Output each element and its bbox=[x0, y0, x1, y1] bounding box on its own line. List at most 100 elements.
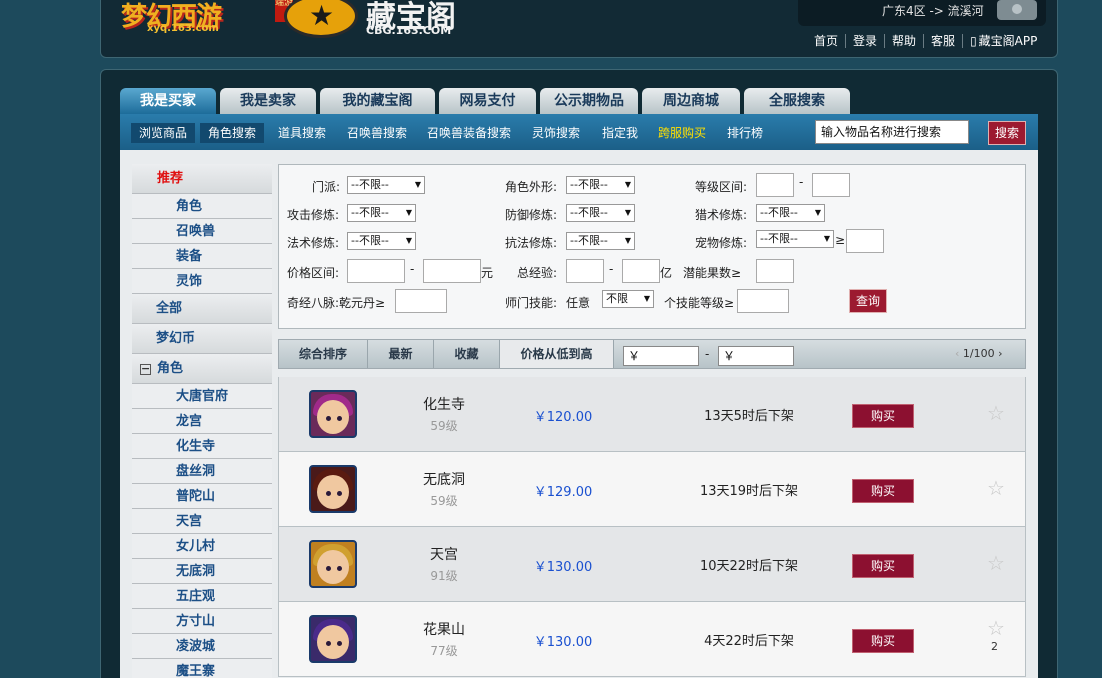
sidebar-school-tiangong[interactable]: 天宫 bbox=[132, 509, 272, 534]
sidebar-school-wuzhuang[interactable]: 五庄观 bbox=[132, 584, 272, 609]
resist-select[interactable]: --不限-- bbox=[566, 232, 635, 250]
subnav-browse[interactable]: 浏览商品 bbox=[131, 123, 196, 143]
star-icon[interactable]: ☆ bbox=[987, 476, 1005, 500]
exp-min-input[interactable] bbox=[566, 259, 604, 283]
collapse-icon[interactable]: − bbox=[140, 363, 151, 375]
sidebar-item-accessory[interactable]: 灵饰 bbox=[132, 269, 272, 294]
role-avatar[interactable] bbox=[309, 465, 357, 513]
listing-row[interactable]: 化生寺 59级 ￥120.00 13天5时后下架 购买 ☆ bbox=[278, 377, 1026, 452]
price-max-input[interactable] bbox=[423, 259, 481, 283]
meridian-input[interactable] bbox=[395, 289, 447, 313]
star-icon[interactable]: ☆ bbox=[987, 551, 1005, 575]
sidebar-item-pet[interactable]: 召唤兽 bbox=[132, 219, 272, 244]
listing-row[interactable]: 无底洞 59级 ￥129.00 13天19时后下架 购买 ☆ bbox=[278, 452, 1026, 527]
subnav-pet-search[interactable]: 召唤兽搜索 bbox=[339, 123, 415, 143]
sidebar-school-lingbo[interactable]: 凌波城 bbox=[132, 634, 272, 659]
listing-row[interactable]: 花果山 77级 ￥130.00 4天22时后下架 购买 ☆ 2 bbox=[278, 602, 1026, 677]
attack-select[interactable]: --不限-- bbox=[347, 204, 416, 222]
listing-row[interactable]: 天宫 91级 ￥130.00 10天22时后下架 购买 ☆ bbox=[278, 527, 1026, 602]
sidebar-school-pansi[interactable]: 盘丝洞 bbox=[132, 459, 272, 484]
tab-netease-pay[interactable]: 网易支付 bbox=[439, 88, 536, 114]
subnav-accessory-search[interactable]: 灵饰搜索 bbox=[524, 123, 588, 143]
tab-buyer[interactable]: 我是买家 bbox=[120, 88, 216, 114]
subnav-role-search[interactable]: 角色搜索 bbox=[200, 123, 265, 143]
link-app[interactable]: ▯ 藏宝阁APP bbox=[962, 34, 1044, 48]
listing-level: 77级 bbox=[430, 644, 458, 658]
sort-price-asc[interactable]: 价格从低到高 bbox=[500, 340, 614, 368]
link-help[interactable]: 帮助 bbox=[884, 34, 923, 48]
role-avatar[interactable] bbox=[309, 540, 357, 588]
school-skill-select[interactable]: 不限 bbox=[602, 290, 654, 308]
role-avatar[interactable] bbox=[309, 615, 357, 663]
sidebar-school-longgong[interactable]: 龙宫 bbox=[132, 409, 272, 434]
appearance-label: 角色外形: bbox=[505, 180, 558, 194]
magic-label: 法术修炼: bbox=[287, 236, 340, 250]
buy-button[interactable]: 购买 bbox=[852, 629, 914, 653]
sidebar-all[interactable]: 全部 bbox=[132, 294, 272, 324]
chevron-right-icon[interactable]: › bbox=[998, 347, 1002, 360]
skill-level-input[interactable] bbox=[737, 289, 789, 313]
link-login[interactable]: 登录 bbox=[845, 34, 884, 48]
search-input[interactable]: 输入物品名称进行搜索 bbox=[815, 120, 969, 144]
tab-public-items[interactable]: 公示期物品 bbox=[540, 88, 638, 114]
sort-default[interactable]: 综合排序 bbox=[279, 340, 368, 368]
buy-button[interactable]: 购买 bbox=[852, 404, 914, 428]
role-avatar[interactable] bbox=[309, 390, 357, 438]
pet-select[interactable]: --不限-- bbox=[756, 230, 834, 248]
sidebar-school-wudi[interactable]: 无底洞 bbox=[132, 559, 272, 584]
subnav-designated[interactable]: 指定我 bbox=[594, 123, 646, 143]
avatar[interactable] bbox=[997, 0, 1037, 20]
sidebar-school-datang[interactable]: 大唐官府 bbox=[132, 384, 272, 409]
sidebar-item-equipment[interactable]: 装备 bbox=[132, 244, 272, 269]
sidebar-school-nverer[interactable]: 女儿村 bbox=[132, 534, 272, 559]
pet-min-input[interactable] bbox=[846, 229, 884, 253]
star-icon[interactable]: ☆ bbox=[987, 401, 1005, 425]
sidebar-currency[interactable]: 梦幻币 bbox=[132, 324, 272, 354]
skill-level-label: 个技能等级≥ bbox=[664, 296, 735, 310]
game-logo[interactable]: 梦幻西游 xyq.163.com 端游 bbox=[121, 0, 293, 40]
sidebar-role-group[interactable]: − 角色 bbox=[132, 354, 272, 384]
pet-label: 宠物修炼: bbox=[695, 236, 748, 250]
subnav-pet-equip-search[interactable]: 召唤兽装备搜索 bbox=[419, 123, 519, 143]
sidebar-school-mowang[interactable]: 魔王寨 bbox=[132, 659, 272, 678]
exp-max-input[interactable] bbox=[622, 259, 660, 283]
buy-button[interactable]: 购买 bbox=[852, 554, 914, 578]
level-max-input[interactable] bbox=[812, 173, 850, 197]
tab-all-server-search[interactable]: 全服搜索 bbox=[744, 88, 850, 114]
sidebar-school-putuo[interactable]: 普陀山 bbox=[132, 484, 272, 509]
subnav-item-search[interactable]: 道具搜索 bbox=[270, 123, 334, 143]
price-to-input[interactable]: ￥ bbox=[718, 346, 794, 366]
price-from-input[interactable]: ￥ bbox=[623, 346, 699, 366]
tab-my-cbg[interactable]: 我的藏宝阁 bbox=[320, 88, 435, 114]
hunt-select[interactable]: --不限-- bbox=[756, 204, 825, 222]
price-filter-sep: - bbox=[705, 347, 710, 361]
link-service[interactable]: 客服 bbox=[923, 34, 962, 48]
star-icon[interactable]: ☆ bbox=[987, 616, 1005, 640]
buy-button[interactable]: 购买 bbox=[852, 479, 914, 503]
listing-time-left: 13天19时后下架 bbox=[699, 484, 799, 499]
query-button[interactable]: 查询 bbox=[849, 289, 887, 313]
subnav-cross-server[interactable]: 跨服购买 bbox=[650, 123, 714, 143]
potential-input[interactable] bbox=[756, 259, 794, 283]
search-button[interactable]: 搜索 bbox=[988, 121, 1026, 145]
chevron-left-icon[interactable]: ‹ bbox=[955, 347, 959, 360]
appearance-select[interactable]: --不限-- bbox=[566, 176, 635, 194]
tab-merch[interactable]: 周边商城 bbox=[642, 88, 740, 114]
sidebar-recommend[interactable]: 推荐 bbox=[132, 164, 272, 194]
tab-seller[interactable]: 我是卖家 bbox=[220, 88, 316, 114]
sidebar-item-role[interactable]: 角色 bbox=[132, 194, 272, 219]
sidebar-school-huasheng[interactable]: 化生寺 bbox=[132, 434, 272, 459]
defense-select[interactable]: --不限-- bbox=[566, 204, 635, 222]
site-logo[interactable]: 藏宝阁 CBG.163.COM bbox=[284, 0, 484, 42]
sidebar-role-label: 角色 bbox=[157, 361, 184, 376]
link-home[interactable]: 首页 bbox=[807, 34, 845, 48]
listing-school: 无底洞 bbox=[423, 472, 465, 488]
subnav-ranking[interactable]: 排行榜 bbox=[719, 123, 771, 143]
sort-newest[interactable]: 最新 bbox=[368, 340, 434, 368]
level-min-input[interactable] bbox=[756, 173, 794, 197]
magic-select[interactable]: --不限-- bbox=[347, 232, 416, 250]
sidebar-school-fangcun[interactable]: 方寸山 bbox=[132, 609, 272, 634]
menpai-select[interactable]: --不限-- bbox=[347, 176, 425, 194]
sort-favorites[interactable]: 收藏 bbox=[434, 340, 500, 368]
price-min-input[interactable] bbox=[347, 259, 405, 283]
